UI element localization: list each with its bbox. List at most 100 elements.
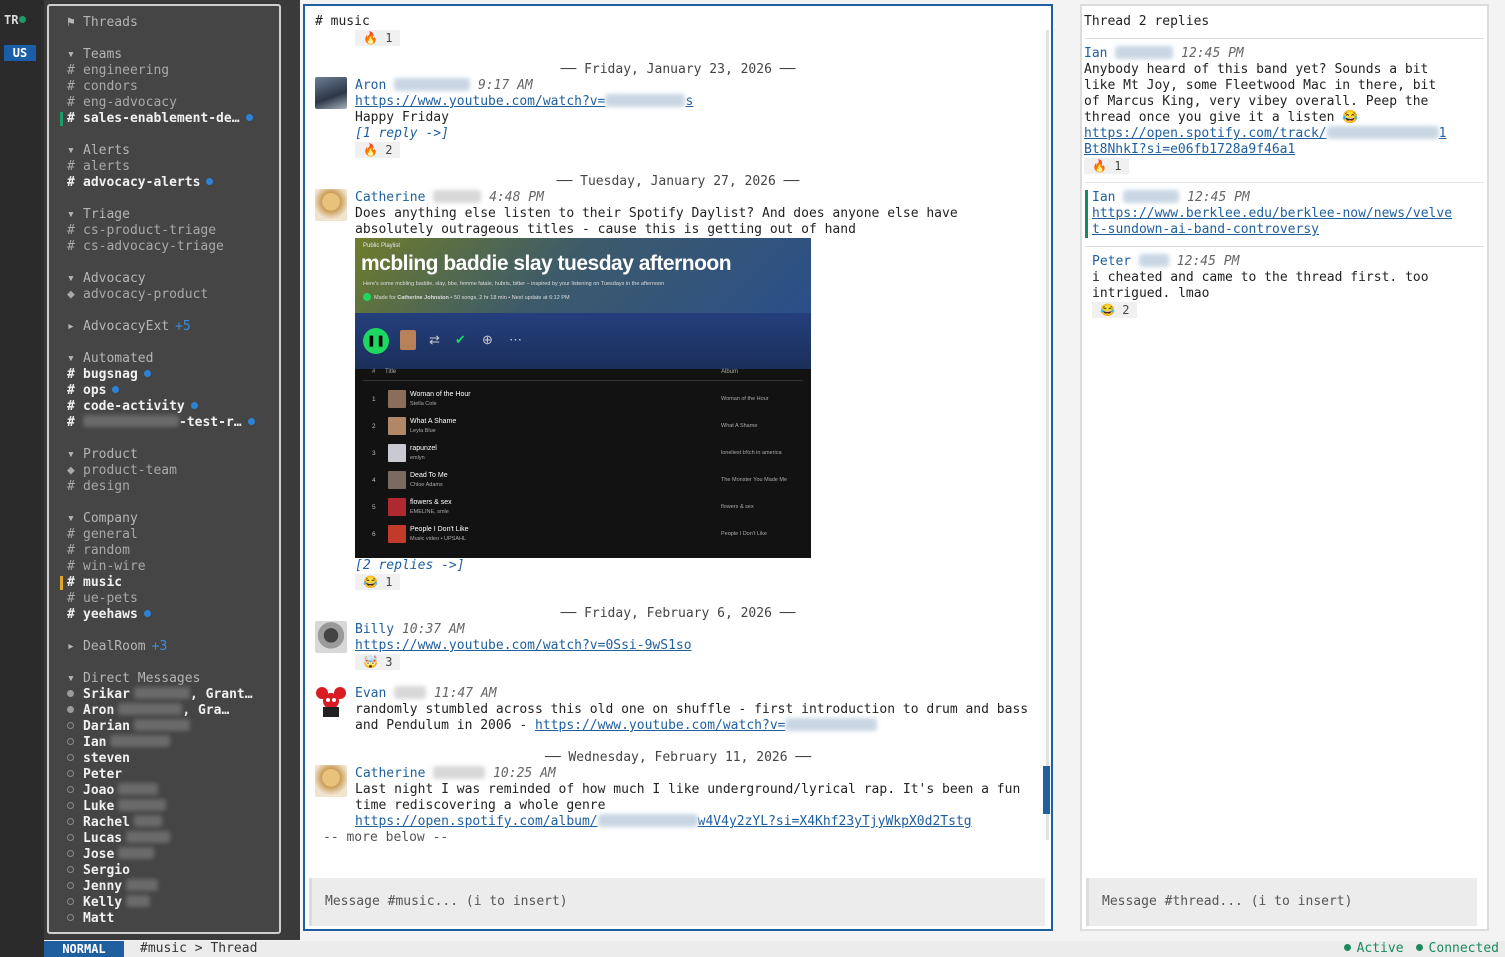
- workspace-tr[interactable]: TR: [4, 13, 27, 27]
- reaction-chip[interactable]: 🔥 2: [355, 142, 401, 158]
- message-author[interactable]: Ian: [1084, 46, 1107, 61]
- section-triage[interactable]: ▾ Triage: [67, 207, 130, 223]
- sidebar-item-cs-advocacy-triage[interactable]: # cs-advocacy-triage: [67, 239, 224, 255]
- section-advocacyext[interactable]: ▸ AdvocacyExt +5: [67, 319, 191, 335]
- divider: [1085, 38, 1484, 39]
- reaction-chip[interactable]: 🔥 1: [355, 30, 401, 46]
- message-link[interactable]: https://www.youtube.com/watch?v= s: [355, 94, 693, 110]
- sidebar-item-yeehaws[interactable]: # yeehaws: [67, 607, 151, 623]
- fire-icon: 🔥: [1092, 159, 1107, 173]
- section-dealroom[interactable]: ▸ DealRoom +3: [67, 639, 167, 655]
- dm-kelly[interactable]: Kelly: [67, 895, 151, 911]
- message-link[interactable]: t-sundown-ai-band-controversy: [1092, 222, 1319, 238]
- sidebar-item-engineering[interactable]: # engineering: [67, 63, 169, 79]
- reaction-chip[interactable]: 🔥 1: [1084, 158, 1130, 174]
- sidebar-item-music[interactable]: # music: [67, 575, 122, 591]
- sidebar-item-design[interactable]: # design: [67, 479, 130, 495]
- message-author[interactable]: Ian: [1092, 190, 1115, 205]
- reaction-chip[interactable]: 😂 1: [355, 574, 401, 590]
- sidebar-item-code-activity[interactable]: # code-activity: [67, 399, 198, 415]
- sidebar-item-advocacy-product[interactable]: ◆ advocacy-product: [67, 287, 208, 303]
- message-author[interactable]: Evan: [355, 686, 386, 701]
- sidebar-item-eng-advocacy[interactable]: # eng-advocacy: [67, 95, 177, 111]
- avatar[interactable]: [315, 765, 347, 797]
- sidebar-item-product-team[interactable]: ◆ product-team: [67, 463, 177, 479]
- message-author[interactable]: Catherine: [355, 190, 425, 205]
- presence-away-icon: [67, 898, 74, 905]
- message-link[interactable]: https://www.berklee.edu/berklee-now/news…: [1092, 206, 1452, 222]
- dm-peter[interactable]: Peter: [67, 767, 122, 783]
- avatar[interactable]: [315, 621, 347, 653]
- sidebar-item-cs-product-triage[interactable]: # cs-product-triage: [67, 223, 216, 239]
- reaction-chip[interactable]: 😂 2: [1092, 302, 1138, 318]
- sidebar-threads[interactable]: ⚑ Threads: [67, 15, 138, 31]
- dm-srikar[interactable]: Srikar, Grant…: [67, 687, 253, 703]
- playlist-description: Here's some mcbling baddie, slay, bbe, f…: [363, 281, 665, 287]
- sidebar-item-condors[interactable]: # condors: [67, 79, 138, 95]
- section-product[interactable]: ▾ Product: [67, 447, 138, 463]
- sidebar-item-alerts[interactable]: # alerts: [67, 159, 130, 175]
- unread-dot-icon: [143, 370, 151, 377]
- message-author[interactable]: Catherine: [355, 766, 425, 781]
- section-alerts[interactable]: ▾ Alerts: [67, 143, 130, 159]
- section-automated[interactable]: ▾ Automated: [67, 351, 153, 367]
- message-input[interactable]: Message #music... (i to insert): [309, 878, 1045, 926]
- redacted-text: [605, 94, 686, 107]
- dm-aron[interactable]: Aron, Gra…: [67, 703, 229, 719]
- dm-matt[interactable]: Matt: [67, 911, 114, 927]
- section-direct-messages[interactable]: ▾ Direct Messages: [67, 671, 200, 687]
- sidebar-item-test-r[interactable]: # -test-r…: [67, 415, 255, 431]
- dm-jose[interactable]: Jose: [67, 847, 155, 863]
- message-author[interactable]: Peter: [1092, 254, 1131, 269]
- dm-lucas[interactable]: Lucas: [67, 831, 171, 847]
- sidebar-item-general[interactable]: # general: [67, 527, 138, 543]
- dm-steven[interactable]: steven: [67, 751, 130, 767]
- chevron-down-icon: ▾: [67, 143, 75, 158]
- message-author[interactable]: Billy: [355, 622, 394, 637]
- section-company[interactable]: ▾ Company: [67, 511, 138, 527]
- track-row[interactable]: 3 rapunzel emlyn loneliest b!tch in america: [355, 440, 811, 467]
- reaction-chip[interactable]: 🤯 3: [355, 654, 401, 670]
- redacted-text: [83, 415, 179, 427]
- message-time: 10:37 AM: [401, 622, 465, 637]
- scrollbar-thumb[interactable]: [1043, 766, 1050, 814]
- sidebar-item-advocacy-alerts[interactable]: # advocacy-alerts: [67, 175, 214, 191]
- sidebar-item-sales-enablement[interactable]: # sales-enablement-de…: [67, 111, 253, 127]
- message-author[interactable]: Aron: [355, 78, 386, 93]
- avatar[interactable]: [315, 685, 347, 717]
- sidebar-item-ue-pets[interactable]: # ue-pets: [67, 591, 138, 607]
- dm-rachel[interactable]: Rachel: [67, 815, 162, 831]
- section-advocacy[interactable]: ▾ Advocacy: [67, 271, 146, 287]
- message-link[interactable]: https://open.spotify.com/album/w4V4y2zYL…: [355, 814, 972, 830]
- track-row[interactable]: 6 People I Don't Like Music video • UPSAHL…: [355, 521, 811, 548]
- dm-sergio[interactable]: Sergio: [67, 863, 130, 879]
- dm-darian[interactable]: Darian: [67, 719, 190, 735]
- track-row[interactable]: 4 Dead To Me Chloe Adams The Monster You Ma…: [355, 467, 811, 494]
- message-link[interactable]: https://www.youtube.com/watch?v=: [535, 718, 785, 733]
- avatar[interactable]: [315, 189, 347, 221]
- sidebar-item-win-wire[interactable]: # win-wire: [67, 559, 146, 575]
- dm-ian[interactable]: Ian: [67, 735, 171, 751]
- dm-joao[interactable]: Joao: [67, 783, 159, 799]
- message-link[interactable]: https://open.spotify.com/track/1: [1084, 126, 1446, 142]
- dm-luke[interactable]: Luke: [67, 799, 167, 815]
- workspace-us[interactable]: US: [4, 45, 36, 61]
- dm-jenny[interactable]: Jenny: [67, 879, 159, 895]
- sidebar-item-bugsnag[interactable]: # bugsnag: [67, 367, 151, 383]
- track-row[interactable]: 2 What A Shame Leyla Blue What A Shame: [355, 413, 811, 440]
- sidebar-item-ops[interactable]: # ops: [67, 383, 120, 399]
- redacted-text: [118, 799, 167, 811]
- section-teams[interactable]: ▾ Teams: [67, 47, 122, 63]
- message-link[interactable]: Bt8NhkI?si=e06fb1728a9f46a1: [1084, 142, 1295, 158]
- track-row[interactable]: 1 Woman of the Hour Stella Cole Woman of th…: [355, 386, 811, 413]
- thread-message-input[interactable]: Message #thread... (i to insert): [1086, 878, 1477, 926]
- thread-replies-link[interactable]: [2 replies ->]: [355, 558, 465, 574]
- scrollbar-track[interactable]: [1046, 30, 1049, 840]
- sidebar-item-random[interactable]: # random: [67, 543, 130, 559]
- avatar[interactable]: [315, 77, 347, 109]
- laugh-icon: 😂: [1100, 303, 1115, 317]
- thread-replies-link[interactable]: [1 reply ->]: [355, 126, 449, 142]
- message-link[interactable]: https://www.youtube.com/watch?v=0Ssi-9wS…: [355, 638, 692, 654]
- track-row[interactable]: 5 flowers & sex EMELINE, smle flowers & sex: [355, 494, 811, 521]
- spotify-screenshot-image[interactable]: Public Playlist mcbling baddie slay tues…: [355, 238, 811, 558]
